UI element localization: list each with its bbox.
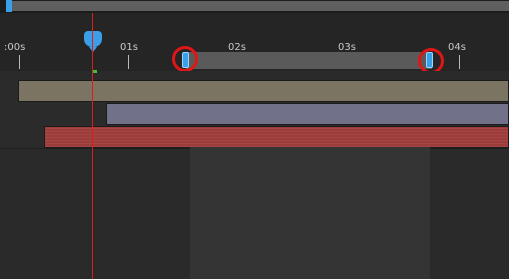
layer-row	[0, 102, 509, 126]
layer-row	[0, 79, 509, 103]
playhead-line[interactable]	[92, 13, 93, 279]
ruler-tick	[459, 55, 460, 69]
annotation-circle	[172, 46, 198, 72]
ruler-tick	[19, 55, 20, 69]
layer-duration-bar[interactable]	[106, 103, 509, 125]
time-indicator-icon[interactable]	[84, 31, 102, 52]
work-area-shade	[190, 147, 430, 279]
layer-row	[0, 125, 509, 149]
marker-icon	[93, 70, 97, 73]
time-label: 04s	[448, 42, 466, 53]
work-area-bar[interactable]	[182, 52, 433, 69]
time-navigator[interactable]	[0, 0, 509, 13]
time-label: :00s	[4, 42, 26, 53]
time-label: 01s	[120, 42, 138, 53]
ruler-tick	[128, 55, 129, 69]
navigator-handle-icon[interactable]	[6, 0, 12, 12]
layer-duration-bar[interactable]	[44, 126, 509, 148]
time-navigator-bar[interactable]	[10, 1, 509, 11]
